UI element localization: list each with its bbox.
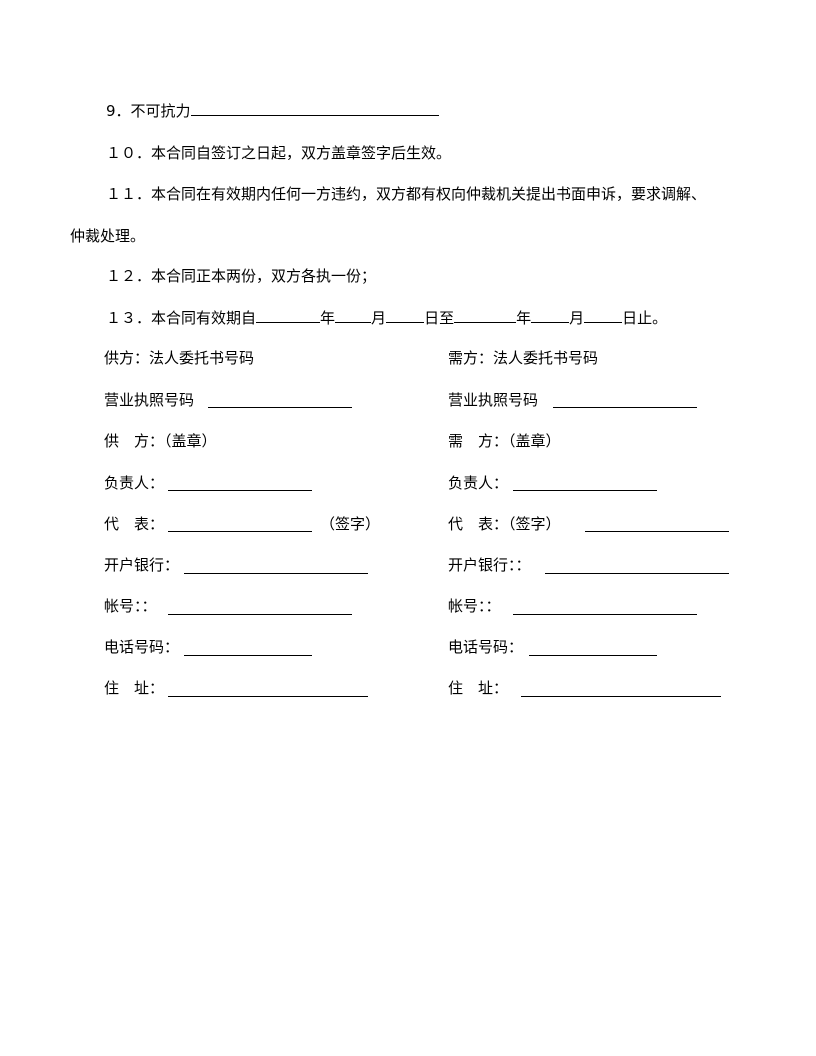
end-day-blank[interactable] bbox=[584, 308, 623, 323]
clause-13: １３．本合同有效期自 年 月 日至 年 月 日止。 bbox=[106, 308, 667, 328]
buyer-account-field[interactable] bbox=[513, 614, 697, 615]
start-day-blank[interactable] bbox=[386, 308, 425, 323]
clause-13-text: 本合同有效期自 bbox=[151, 309, 257, 327]
buyer-representative-field[interactable] bbox=[585, 531, 729, 532]
clause-11-number: １１． bbox=[106, 185, 152, 203]
day-end-label: 日止。 bbox=[622, 309, 668, 327]
buyer-representative-label: 代 表：（签字） bbox=[448, 515, 561, 533]
clause-10-text: 本合同自签订之日起，双方盖章签字后生效。 bbox=[151, 144, 452, 162]
supplier-representative-label: 代 表： bbox=[104, 515, 165, 533]
buyer-responsible-field[interactable] bbox=[513, 490, 657, 491]
start-year-blank[interactable] bbox=[256, 308, 321, 323]
clause-10-number: １０． bbox=[106, 144, 152, 162]
supplier-license-field[interactable] bbox=[208, 407, 352, 408]
clause-12-text: 本合同正本两份，双方各执一份； bbox=[151, 267, 377, 285]
supplier-account-field[interactable] bbox=[168, 614, 352, 615]
supplier-party-seal: 供 方：（盖章） bbox=[104, 432, 217, 450]
supplier-bank-field[interactable] bbox=[184, 573, 368, 574]
supplier-responsible-field[interactable] bbox=[168, 490, 312, 491]
supplier-representative-field[interactable] bbox=[168, 531, 312, 532]
force-majeure-blank[interactable] bbox=[190, 101, 439, 116]
supplier-address-label: 住 址： bbox=[104, 679, 165, 697]
day-to-label: 日至 bbox=[424, 309, 455, 327]
month-label: 月 bbox=[371, 309, 387, 327]
buyer-power-of-attorney: 需方：法人委托书号码 bbox=[448, 349, 599, 367]
month-label: 月 bbox=[569, 309, 585, 327]
clause-12-number: １２． bbox=[106, 267, 152, 285]
buyer-address-field[interactable] bbox=[521, 696, 721, 697]
clause-11-text: 本合同在有效期内任何一方违约，双方都有权向仲裁机关提出书面申诉，要求调解、 bbox=[151, 185, 707, 203]
supplier-phone-field[interactable] bbox=[184, 655, 312, 656]
year-label: 年 bbox=[516, 309, 532, 327]
supplier-license-label: 营业执照号码 bbox=[104, 391, 195, 409]
year-label: 年 bbox=[320, 309, 336, 327]
clause-13-number: １３． bbox=[106, 309, 152, 327]
supplier-address-field[interactable] bbox=[168, 696, 368, 697]
buyer-responsible-label: 负责人： bbox=[448, 474, 509, 492]
end-month-blank[interactable] bbox=[531, 308, 570, 323]
supplier-account-label: 帐号：： bbox=[104, 597, 157, 615]
buyer-bank-field[interactable] bbox=[545, 573, 729, 574]
buyer-party-seal: 需 方：（盖章） bbox=[448, 432, 561, 450]
supplier-responsible-label: 负责人： bbox=[104, 474, 165, 492]
buyer-phone-field[interactable] bbox=[529, 655, 657, 656]
buyer-bank-label: 开户银行：： bbox=[448, 556, 531, 574]
buyer-phone-label: 电话号码： bbox=[448, 638, 524, 656]
supplier-bank-label: 开户银行： bbox=[104, 556, 180, 574]
buyer-address-label: 住 址： bbox=[448, 679, 509, 697]
clause-11: １１．本合同在有效期内任何一方违约，双方都有权向仲裁机关提出书面申诉，要求调解、 bbox=[106, 184, 706, 204]
buyer-license-field[interactable] bbox=[553, 407, 697, 408]
buyer-account-label: 帐号：： bbox=[448, 597, 501, 615]
clause-11-continuation: 仲裁处理。 bbox=[70, 227, 146, 245]
supplier-sign-label: （签字） bbox=[320, 515, 381, 533]
supplier-phone-label: 电话号码： bbox=[104, 638, 180, 656]
buyer-license-label: 营业执照号码 bbox=[448, 391, 539, 409]
start-month-blank[interactable] bbox=[335, 308, 372, 323]
clause-12: １２．本合同正本两份，双方各执一份； bbox=[106, 266, 376, 286]
clause-9-number: 9． bbox=[106, 102, 131, 120]
clause-9: 9．不可抗力 bbox=[106, 101, 439, 121]
clause-9-text: 不可抗力 bbox=[130, 102, 191, 120]
supplier-power-of-attorney: 供方：法人委托书号码 bbox=[104, 349, 255, 367]
end-year-blank[interactable] bbox=[454, 308, 517, 323]
clause-10: １０．本合同自签订之日起，双方盖章签字后生效。 bbox=[106, 143, 451, 163]
